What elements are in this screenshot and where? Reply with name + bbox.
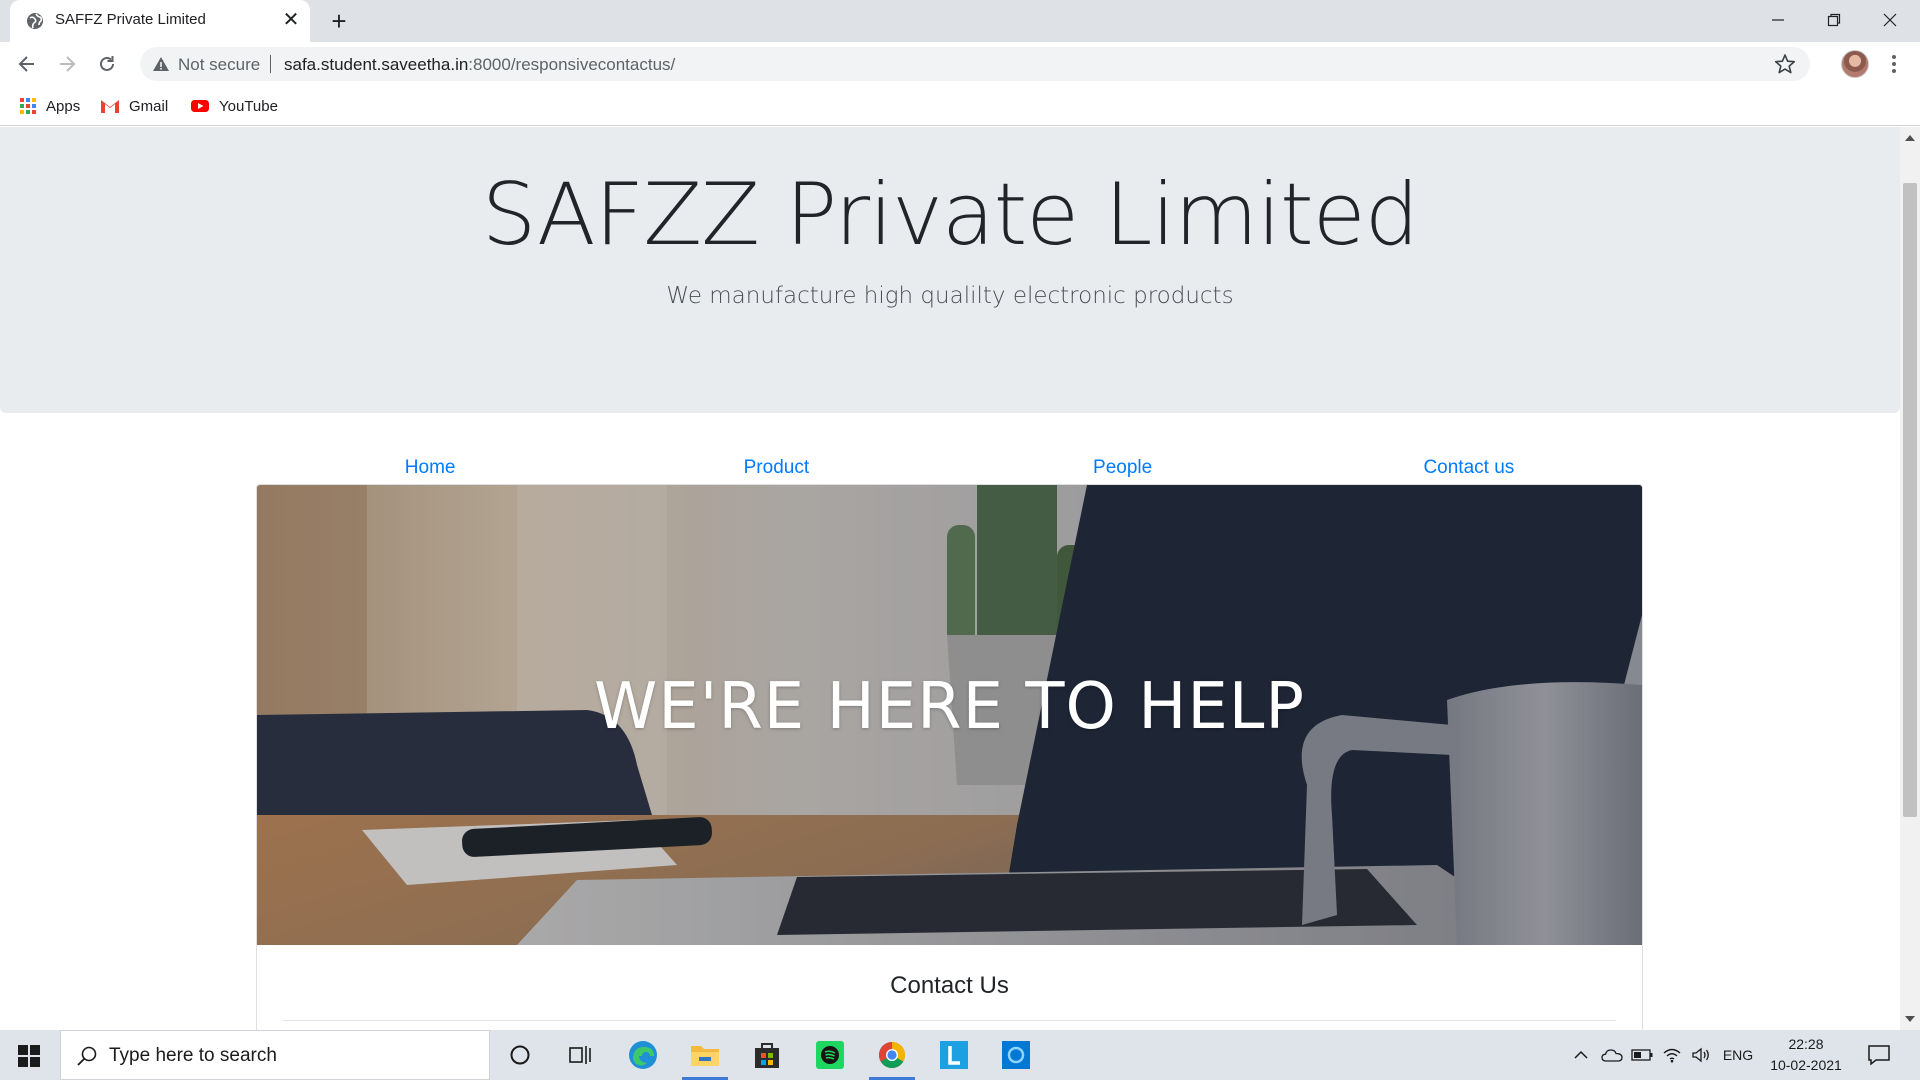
page-subtitle: We manufacture high qualilty electronic …: [666, 283, 1234, 309]
search-icon: [77, 1046, 97, 1066]
close-window-button[interactable]: [1862, 0, 1918, 40]
bookmark-gmail[interactable]: Gmail: [100, 94, 168, 118]
bookmark-label: Apps: [46, 97, 81, 115]
arrow-right-icon: [60, 56, 76, 72]
scroll-thumb[interactable]: [1903, 183, 1917, 817]
divider: [270, 55, 271, 73]
cortana-icon[interactable]: [491, 1035, 549, 1075]
restore-icon: [1827, 13, 1841, 27]
tab-strip: SAFFZ Private Limited ✕ +: [0, 0, 1920, 42]
language-indicator[interactable]: ENG: [1718, 1043, 1758, 1067]
bookmark-label: Gmail: [129, 97, 169, 115]
bookmark-youtube[interactable]: YouTube: [190, 94, 278, 118]
notification-icon[interactable]: [1866, 1042, 1892, 1068]
apps-grid-icon: [20, 98, 36, 114]
chrome-icon[interactable]: [863, 1035, 921, 1080]
store-icon[interactable]: [738, 1035, 796, 1075]
minimize-button[interactable]: [1750, 0, 1806, 40]
youtube-icon: [191, 100, 209, 112]
url-path: :8000/responsivecontactus/: [468, 55, 676, 74]
bookmark-star-icon[interactable]: [1774, 53, 1796, 75]
restore-button[interactable]: [1806, 0, 1862, 40]
taskbar-search[interactable]: Type here to search: [60, 1030, 490, 1080]
scroll-down-icon[interactable]: [1905, 1016, 1915, 1022]
spotify-icon[interactable]: [801, 1035, 859, 1075]
task-view-icon[interactable]: [551, 1035, 609, 1075]
address-bar[interactable]: Not secure safa.student.saveetha.in:8000…: [140, 47, 1810, 81]
clock-date: 10-02-2021: [1770, 1057, 1842, 1073]
edge-icon[interactable]: [614, 1035, 672, 1075]
jumbotron: SAFZZ Private Limited We manufacture hig…: [0, 127, 1900, 413]
contact-heading: Contact Us: [890, 972, 1009, 999]
hero-headline: WE'RE HERE TO HELP: [594, 670, 1305, 744]
gmail-icon: [101, 100, 119, 113]
windows-start-icon[interactable]: [18, 1045, 40, 1067]
tab-title: SAFFZ Private Limited: [55, 11, 206, 28]
app-icon[interactable]: [987, 1035, 1045, 1075]
wifi-icon[interactable]: [1660, 1043, 1684, 1067]
file-explorer-icon[interactable]: [676, 1035, 734, 1080]
onedrive-icon[interactable]: [1600, 1043, 1624, 1067]
battery-icon[interactable]: [1630, 1043, 1654, 1067]
clock-time: 22:28: [1788, 1036, 1824, 1052]
profile-avatar[interactable]: [1841, 50, 1869, 78]
page-viewport: SAFZZ Private Limited We manufacture hig…: [0, 127, 1900, 1030]
chevron-up-icon[interactable]: [1570, 1043, 1592, 1067]
divider: [283, 1020, 1616, 1021]
close-icon: [1883, 13, 1897, 27]
volume-icon[interactable]: [1689, 1043, 1713, 1067]
new-tab-button[interactable]: +: [325, 7, 353, 35]
globe-icon: [27, 13, 43, 29]
minimize-icon: [1772, 19, 1784, 21]
tab-close-icon[interactable]: ✕: [280, 9, 302, 31]
security-label[interactable]: Not secure: [178, 55, 260, 75]
contact-card: WE'RE HERE TO HELP Contact Us: [256, 484, 1643, 1030]
url-host: safa.student.saveetha.in: [284, 55, 469, 74]
scroll-up-icon[interactable]: [1905, 135, 1915, 141]
browser-tab[interactable]: SAFFZ Private Limited ✕: [10, 0, 310, 42]
hero-banner: WE'RE HERE TO HELP: [257, 485, 1642, 945]
nav-product-link[interactable]: Product: [603, 457, 949, 487]
site-nav: Home Product People Contact us: [257, 457, 1642, 487]
nav-home-link[interactable]: Home: [257, 457, 603, 487]
browser-toolbar: Not secure safa.student.saveetha.in:8000…: [0, 42, 1920, 86]
arrow-left-icon: [18, 56, 34, 72]
page-title: SAFZZ Private Limited: [481, 165, 1420, 265]
reload-icon: [100, 56, 114, 71]
reload-button[interactable]: [93, 50, 121, 78]
kebab-menu-icon[interactable]: [1882, 52, 1906, 76]
l-app-icon[interactable]: [925, 1035, 983, 1075]
url-text[interactable]: safa.student.saveetha.in:8000/responsive…: [284, 55, 675, 75]
nav-people-link[interactable]: People: [950, 457, 1296, 487]
bookmarks-bar: Apps Gmail YouTube: [0, 86, 1920, 126]
system-clock[interactable]: 22:28 10-02-2021: [1760, 1034, 1852, 1076]
nav-contact-link[interactable]: Contact us: [1296, 457, 1642, 487]
bookmark-label: YouTube: [219, 97, 278, 115]
taskbar: Type here to search ENG 22:28 10-02-2021: [0, 1030, 1920, 1080]
search-placeholder: Type here to search: [109, 1045, 277, 1066]
bookmark-apps[interactable]: Apps: [19, 94, 80, 118]
forward-button[interactable]: [53, 50, 81, 78]
warning-icon: [153, 57, 169, 71]
back-button[interactable]: [13, 50, 41, 78]
page-scrollbar[interactable]: [1900, 127, 1920, 1030]
